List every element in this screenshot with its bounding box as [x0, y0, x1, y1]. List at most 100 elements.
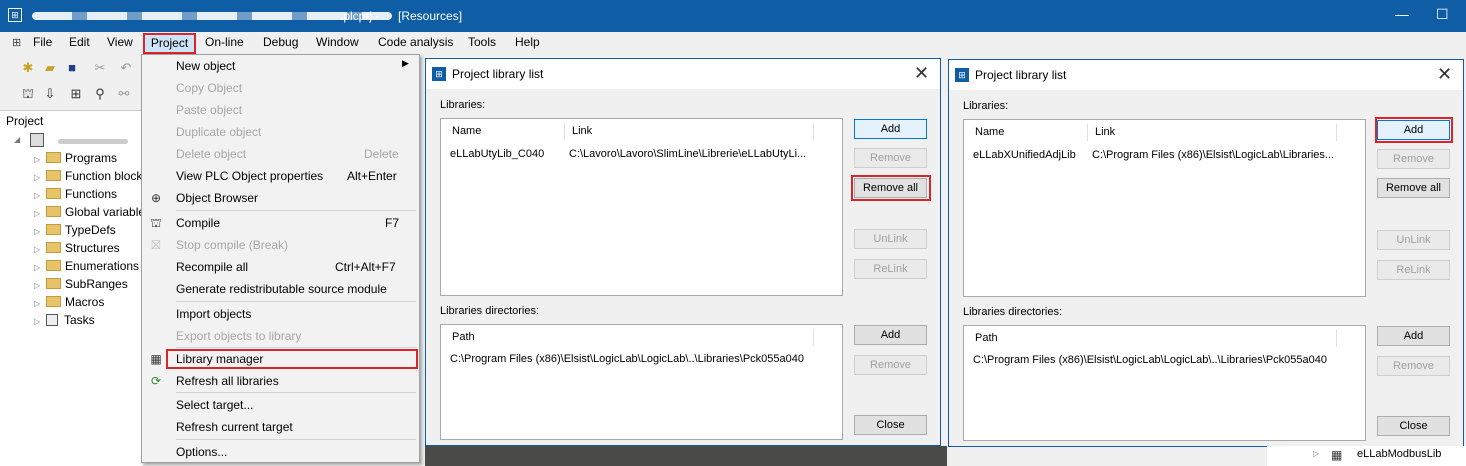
menu-code-analysis[interactable]: Code analysis [378, 35, 453, 49]
menu-item-library-manager[interactable]: Library manager [176, 352, 263, 366]
menu-item-view-plc-object-properties[interactable]: View PLC Object properties [176, 169, 323, 183]
menu-item-stop-compile[interactable]: Stop compile (Break) [176, 238, 288, 252]
libraries-list[interactable]: Name Link eLLabUtyLib_C040 C:\Lavoro\Lav… [440, 118, 843, 296]
menu-online[interactable]: On-line [205, 35, 244, 49]
remove-directory-button[interactable]: Remove [854, 355, 927, 375]
menu-item-options[interactable]: Options... [176, 445, 227, 459]
dialog-titlebar[interactable]: ⊞ Project library list ✕ [426, 59, 940, 89]
minimize-icon[interactable]: — [1395, 6, 1409, 22]
library-row-name[interactable]: eLLabUtyLib_C040 [450, 148, 544, 160]
menu-item-refresh-current-target[interactable]: Refresh current target [176, 420, 293, 434]
menu-item-select-target[interactable]: Select target... [176, 398, 253, 412]
menu-item-refresh-all-libraries[interactable]: Refresh all libraries [176, 374, 279, 388]
menu-project[interactable]: Project [143, 33, 196, 54]
directory-row-path[interactable]: C:\Program Files (x86)\Elsist\LogicLab\L… [973, 354, 1353, 366]
add-library-button[interactable]: Add [854, 119, 927, 139]
menu-file[interactable]: File [33, 35, 52, 49]
expand-arrow-icon[interactable]: ▷ [34, 299, 46, 308]
menu-item-export-objects[interactable]: Export objects to library [176, 329, 301, 343]
column-header-path[interactable]: Path [975, 332, 998, 344]
menu-item-copy-object[interactable]: Copy Object [176, 81, 242, 95]
expand-arrow-icon[interactable]: ▷ [34, 317, 46, 326]
undo-icon[interactable]: ↶ [118, 60, 134, 76]
library-row-link[interactable]: C:\Program Files (x86)\Elsist\LogicLab\L… [1092, 149, 1362, 161]
close-icon[interactable]: ✕ [914, 63, 929, 84]
tree-item-programs[interactable]: ▷ Programs [34, 151, 117, 169]
dialog-titlebar[interactable]: ⊞ Project library list ✕ [949, 60, 1463, 90]
add-directory-button[interactable]: Add [1377, 326, 1450, 346]
column-header-link[interactable]: Link [1095, 126, 1115, 138]
add-directory-button[interactable]: Add [854, 325, 927, 345]
open-folder-icon[interactable]: ▰ [42, 60, 58, 76]
save-icon[interactable]: ■ [64, 60, 80, 76]
disconnect-icon[interactable]: ⚯ [116, 86, 132, 102]
column-header-name[interactable]: Name [452, 125, 481, 137]
menu-item-generate-redistributable[interactable]: Generate redistributable source module [176, 282, 387, 296]
remove-directory-button[interactable]: Remove [1377, 356, 1450, 376]
system-menu-icon[interactable]: ⊞ [12, 36, 21, 49]
expand-arrow-icon[interactable]: ▷ [34, 263, 46, 272]
menu-item-import-objects[interactable]: Import objects [176, 307, 251, 321]
library-row-link[interactable]: C:\Lavoro\Lavoro\SlimLine\Librerie\eLLab… [569, 148, 839, 160]
remove-library-button[interactable]: Remove [1377, 149, 1450, 169]
menu-view[interactable]: View [107, 35, 133, 49]
download-icon[interactable]: ⇩ [42, 86, 58, 102]
library-directories-list[interactable]: Path C:\Program Files (x86)\Elsist\Logic… [440, 324, 843, 440]
library-directories-list[interactable]: Path C:\Program Files (x86)\Elsist\Logic… [963, 325, 1366, 441]
expand-arrow-icon[interactable]: ▷ [34, 245, 46, 254]
network-icon[interactable]: ⊞ [68, 86, 84, 102]
column-header-link[interactable]: Link [572, 125, 592, 137]
menu-tools[interactable]: Tools [468, 35, 496, 49]
menu-item-compile[interactable]: Compile [176, 216, 220, 230]
tree-item-global-variables[interactable]: ▷ Global variables [34, 205, 151, 223]
window-titlebar[interactable]: ⊞ .plcprj - [Resources] — ☐ [0, 0, 1466, 32]
relink-button[interactable]: ReLink [1377, 260, 1450, 280]
menu-item-delete-object[interactable]: Delete object [176, 147, 246, 161]
tree-item-tasks[interactable]: ▷ Tasks [34, 313, 95, 331]
close-button[interactable]: Close [854, 415, 927, 435]
directory-row-path[interactable]: C:\Program Files (x86)\Elsist\LogicLab\L… [450, 353, 830, 365]
compile-icon[interactable]: ⛫ [20, 86, 36, 102]
expand-arrow-icon[interactable]: ▷ [34, 191, 46, 200]
menu-help[interactable]: Help [515, 35, 540, 49]
column-header-path[interactable]: Path [452, 331, 475, 343]
remove-all-button[interactable]: Remove all [1377, 178, 1450, 198]
menu-window[interactable]: Window [316, 35, 359, 49]
menu-item-recompile-all[interactable]: Recompile all [176, 260, 248, 274]
close-button[interactable]: Close [1377, 416, 1450, 436]
tree-item-typedefs[interactable]: ▷ TypeDefs [34, 223, 116, 241]
close-icon[interactable]: ✕ [1437, 64, 1452, 85]
tree-item-structures[interactable]: ▷ Structures [34, 241, 120, 259]
menu-item-paste-object[interactable]: Paste object [176, 103, 242, 117]
expand-arrow-icon[interactable]: ▷ [1313, 449, 1319, 458]
tree-item-functions[interactable]: ▷ Functions [34, 187, 117, 205]
relink-button[interactable]: ReLink [854, 259, 927, 279]
remove-all-button[interactable]: Remove all [854, 178, 927, 198]
menu-item-duplicate-object[interactable]: Duplicate object [176, 125, 261, 139]
tree-item-macros[interactable]: ▷ Macros [34, 295, 104, 313]
cut-icon[interactable]: ✂ [92, 60, 108, 76]
menu-item-object-browser[interactable]: Object Browser [176, 191, 258, 205]
tree-item-function-blocks[interactable]: ▷ Function blocks [34, 169, 148, 187]
expand-arrow-icon[interactable]: ▷ [34, 209, 46, 218]
tree-item-enumerations[interactable]: ▷ Enumerations [34, 259, 139, 277]
column-header-name[interactable]: Name [975, 126, 1004, 138]
expand-arrow-icon[interactable]: ▷ [34, 227, 46, 236]
menu-item-new-object[interactable]: New object [176, 59, 235, 73]
expand-arrow-icon[interactable]: ▷ [34, 173, 46, 182]
background-library-label[interactable]: eLLabModbusLib [1357, 448, 1441, 460]
library-row-name[interactable]: eLLabXUnifiedAdjLib [973, 149, 1076, 161]
expand-arrow-icon[interactable]: ▷ [34, 281, 46, 290]
tree-item-subranges[interactable]: ▷ SubRanges [34, 277, 128, 295]
connect-icon[interactable]: ⚲ [92, 86, 108, 102]
menu-edit[interactable]: Edit [69, 35, 90, 49]
remove-library-button[interactable]: Remove [854, 148, 927, 168]
expand-arrow-icon[interactable]: ◢ [14, 135, 26, 144]
new-icon[interactable]: ✱ [20, 60, 36, 76]
menu-debug[interactable]: Debug [263, 35, 298, 49]
unlink-button[interactable]: UnLink [854, 229, 927, 249]
libraries-list[interactable]: Name Link eLLabXUnifiedAdjLib C:\Program… [963, 119, 1366, 297]
add-library-button[interactable]: Add [1377, 120, 1450, 140]
maximize-icon[interactable]: ☐ [1436, 6, 1449, 23]
unlink-button[interactable]: UnLink [1377, 230, 1450, 250]
